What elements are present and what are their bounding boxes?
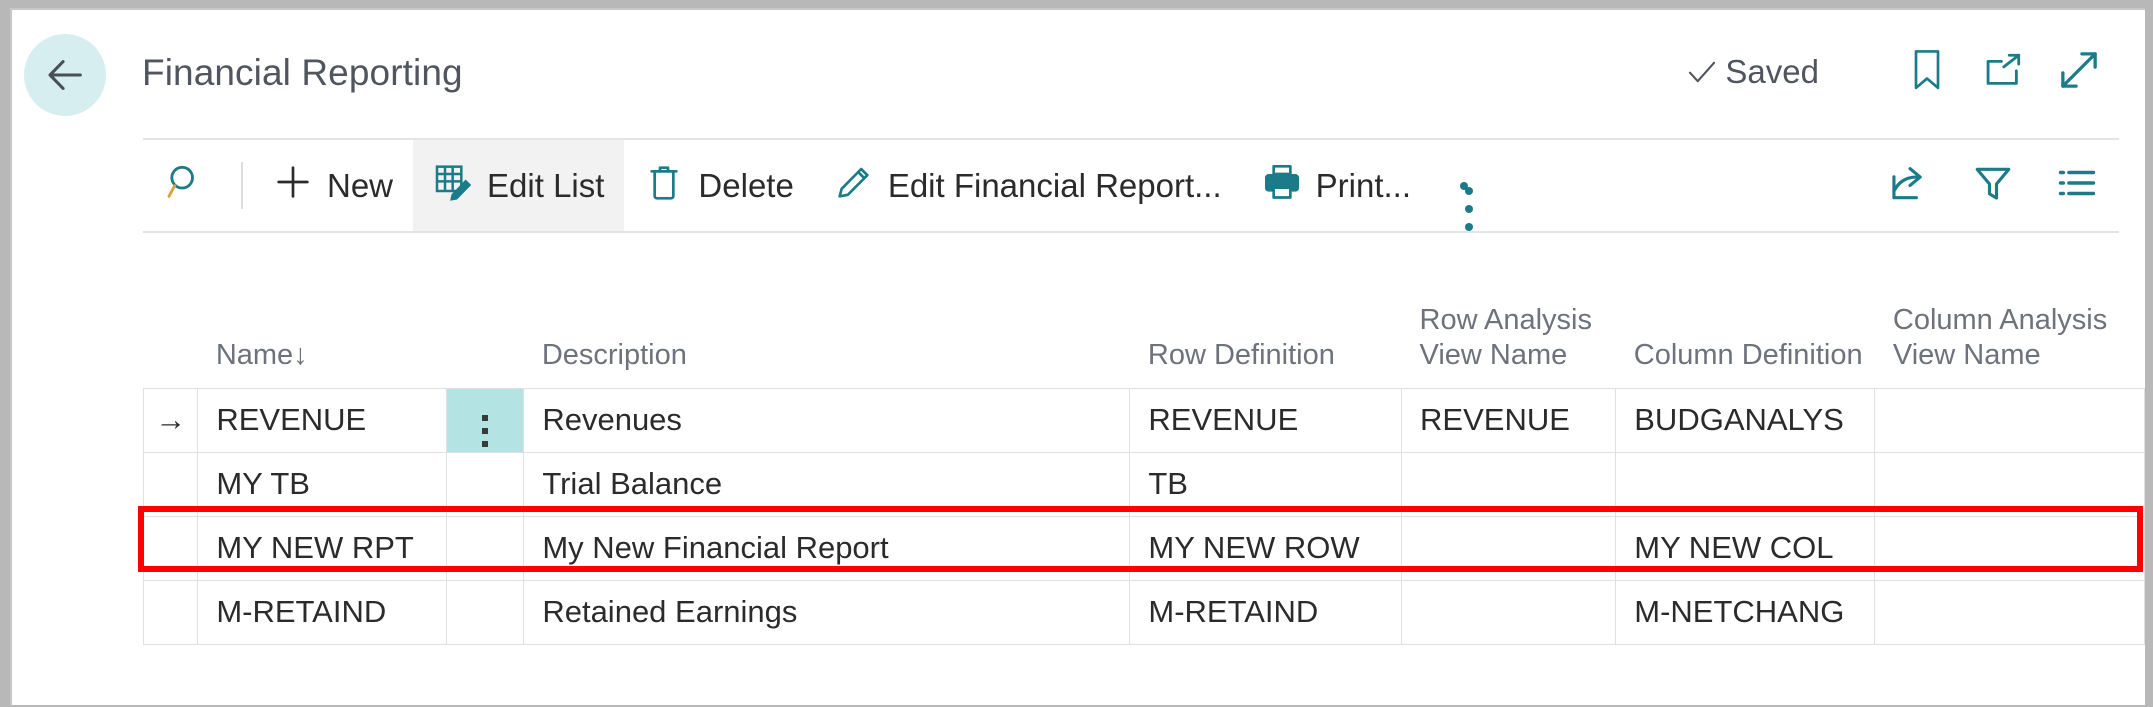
edit-financial-report-button[interactable]: Edit Financial Report... xyxy=(814,140,1242,231)
share-button[interactable] xyxy=(1867,140,1951,231)
cell-column-analysis-view-name[interactable] xyxy=(1875,388,2145,452)
share-icon xyxy=(1888,162,1930,209)
cell-column-definition[interactable]: M-NETCHANG xyxy=(1616,580,1875,644)
cell-name[interactable]: MY TB xyxy=(198,452,447,516)
open-in-new-window-icon xyxy=(1981,50,2025,95)
row-indicator-cell xyxy=(144,580,198,644)
column-header-row-analysis-view-name[interactable]: Row Analysis View Name xyxy=(1402,233,1616,388)
toolbar: New Edit List xyxy=(143,138,2119,233)
new-button[interactable]: New xyxy=(253,140,413,231)
more-options-button[interactable] xyxy=(1431,140,1497,231)
row-indicator-cell xyxy=(144,516,198,580)
saved-label: Saved xyxy=(1725,53,1819,91)
cell-description[interactable]: Trial Balance xyxy=(524,452,1130,516)
pencil-icon xyxy=(834,162,874,210)
bookmark-icon xyxy=(1908,48,1946,97)
print-button-label: Print... xyxy=(1316,167,1411,205)
cell-row-definition[interactable]: TB xyxy=(1130,452,1402,516)
cell-row-analysis-view-name[interactable] xyxy=(1402,580,1616,644)
printer-icon xyxy=(1262,162,1302,210)
column-header-name-label: Name xyxy=(216,339,293,371)
delete-button-label: Delete xyxy=(698,167,793,205)
toolbar-divider xyxy=(241,162,243,209)
table-row[interactable]: MY NEW RPT My New Financial Report MY NE… xyxy=(144,516,2145,580)
app-window: Financial Reporting Saved xyxy=(10,8,2145,705)
row-menu-cell[interactable] xyxy=(447,516,524,580)
cell-column-analysis-view-name[interactable] xyxy=(1875,516,2145,580)
search-icon xyxy=(165,162,205,210)
trash-icon xyxy=(644,162,684,210)
page-title: Financial Reporting xyxy=(142,52,463,94)
table-row[interactable]: M-RETAIND Retained Earnings M-RETAIND M-… xyxy=(144,580,2145,644)
open-in-new-window-button[interactable] xyxy=(1965,44,2041,100)
column-header-description[interactable]: Description xyxy=(524,233,1130,388)
column-header-column-analysis-view-name[interactable]: Column Analysis View Name xyxy=(1875,233,2145,388)
cell-row-definition[interactable]: M-RETAIND xyxy=(1130,580,1402,644)
row-indicator-cell xyxy=(144,452,198,516)
cell-description[interactable]: Revenues xyxy=(524,388,1130,452)
cell-row-analysis-view-name[interactable] xyxy=(1402,516,1616,580)
status-badge: Saved xyxy=(1685,53,1819,91)
screenshot-root: Financial Reporting Saved xyxy=(0,0,2153,707)
row-menu-cell[interactable] xyxy=(447,580,524,644)
filter-button[interactable] xyxy=(1951,140,2035,231)
filter-icon xyxy=(1972,162,2014,209)
cell-column-definition[interactable]: MY NEW COL xyxy=(1616,516,1875,580)
plus-icon xyxy=(273,162,313,210)
cell-row-analysis-view-name[interactable] xyxy=(1402,452,1616,516)
edit-list-icon xyxy=(433,162,473,210)
checkmark-icon xyxy=(1685,55,1719,89)
current-row-arrow-icon: → xyxy=(155,402,186,438)
back-button[interactable] xyxy=(24,34,106,116)
cell-column-analysis-view-name[interactable] xyxy=(1875,580,2145,644)
table-header-row: Name↓ Description Row Definition Row Ana… xyxy=(144,233,2145,388)
cell-name[interactable]: M-RETAIND xyxy=(198,580,447,644)
financial-reports-table: Name↓ Description Row Definition Row Ana… xyxy=(143,233,2145,645)
list-view-button[interactable] xyxy=(2035,140,2119,231)
cell-row-analysis-view-name[interactable]: REVENUE xyxy=(1402,388,1616,452)
table-body: → REVENUE Revenues REVENUE REVENUE BUDGA… xyxy=(144,388,2145,644)
row-menu-cell[interactable] xyxy=(447,388,524,452)
expand-icon xyxy=(2057,48,2101,97)
row-menu-icon xyxy=(482,415,488,447)
cell-column-analysis-view-name[interactable] xyxy=(1875,452,2145,516)
cell-row-definition[interactable]: MY NEW ROW xyxy=(1130,516,1402,580)
row-menu-cell[interactable] xyxy=(447,452,524,516)
page-header: Financial Reporting Saved xyxy=(12,10,2145,138)
edit-financial-report-label: Edit Financial Report... xyxy=(888,167,1222,205)
cell-column-definition[interactable]: BUDGANALYS xyxy=(1616,388,1875,452)
column-header-actions xyxy=(447,233,524,388)
header-actions: Saved xyxy=(1685,44,2117,100)
cell-column-definition[interactable] xyxy=(1616,452,1875,516)
column-header-name[interactable]: Name↓ xyxy=(198,233,447,388)
column-header-row-definition[interactable]: Row Definition xyxy=(1130,233,1402,388)
cell-name[interactable]: MY NEW RPT xyxy=(198,516,447,580)
delete-button[interactable]: Delete xyxy=(624,140,813,231)
expand-button[interactable] xyxy=(2041,44,2117,100)
cell-description[interactable]: My New Financial Report xyxy=(524,516,1130,580)
column-header-column-definition[interactable]: Column Definition xyxy=(1616,233,1875,388)
bookmark-button[interactable] xyxy=(1889,44,1965,100)
new-button-label: New xyxy=(327,167,393,205)
cell-description[interactable]: Retained Earnings xyxy=(524,580,1130,644)
search-button[interactable] xyxy=(143,140,231,231)
ellipsis-icon xyxy=(1460,182,1468,190)
edit-list-button[interactable]: Edit List xyxy=(413,140,624,231)
list-view-icon xyxy=(2056,162,2098,209)
data-grid: Name↓ Description Row Definition Row Ana… xyxy=(143,233,2145,645)
cell-name[interactable]: REVENUE xyxy=(198,388,447,452)
table-row[interactable]: → REVENUE Revenues REVENUE REVENUE BUDGA… xyxy=(144,388,2145,452)
table-row[interactable]: MY TB Trial Balance TB xyxy=(144,452,2145,516)
print-button[interactable]: Print... xyxy=(1242,140,1431,231)
arrow-left-icon xyxy=(42,52,88,98)
toolbar-spacer xyxy=(1497,140,1867,231)
row-indicator-cell: → xyxy=(144,388,198,452)
sort-ascending-icon: ↓ xyxy=(293,339,308,371)
cell-row-definition[interactable]: REVENUE xyxy=(1130,388,1402,452)
column-header-indicator xyxy=(144,233,198,388)
edit-list-button-label: Edit List xyxy=(487,167,604,205)
